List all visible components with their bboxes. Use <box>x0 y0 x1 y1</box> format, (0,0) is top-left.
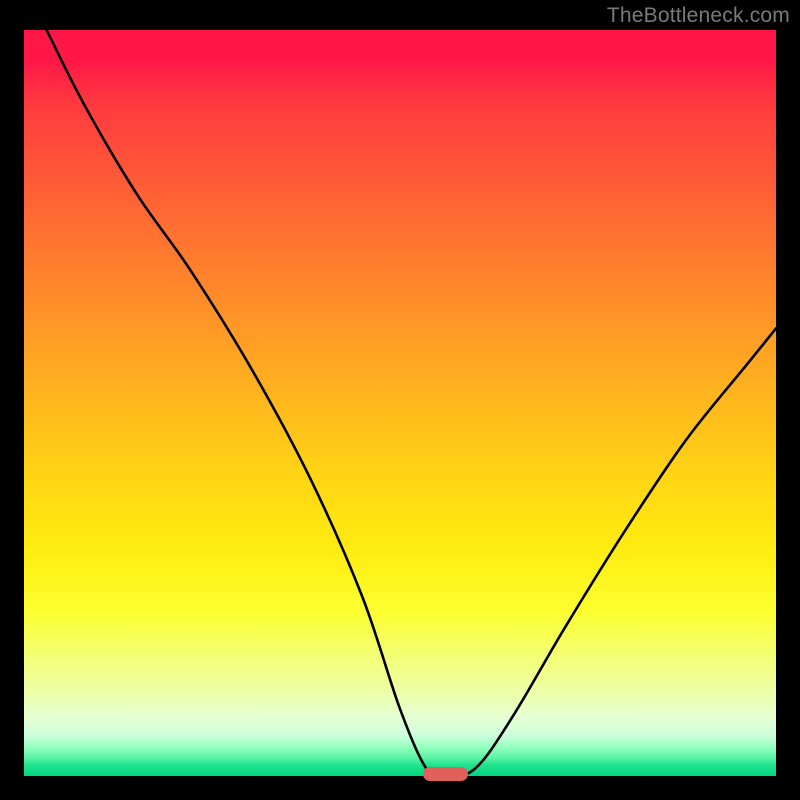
bottleneck-curve <box>24 30 776 776</box>
watermark-text: TheBottleneck.com <box>607 4 790 28</box>
optimal-marker <box>423 767 468 781</box>
chart-frame: TheBottleneck.com <box>0 0 800 800</box>
plot-area <box>24 30 776 776</box>
